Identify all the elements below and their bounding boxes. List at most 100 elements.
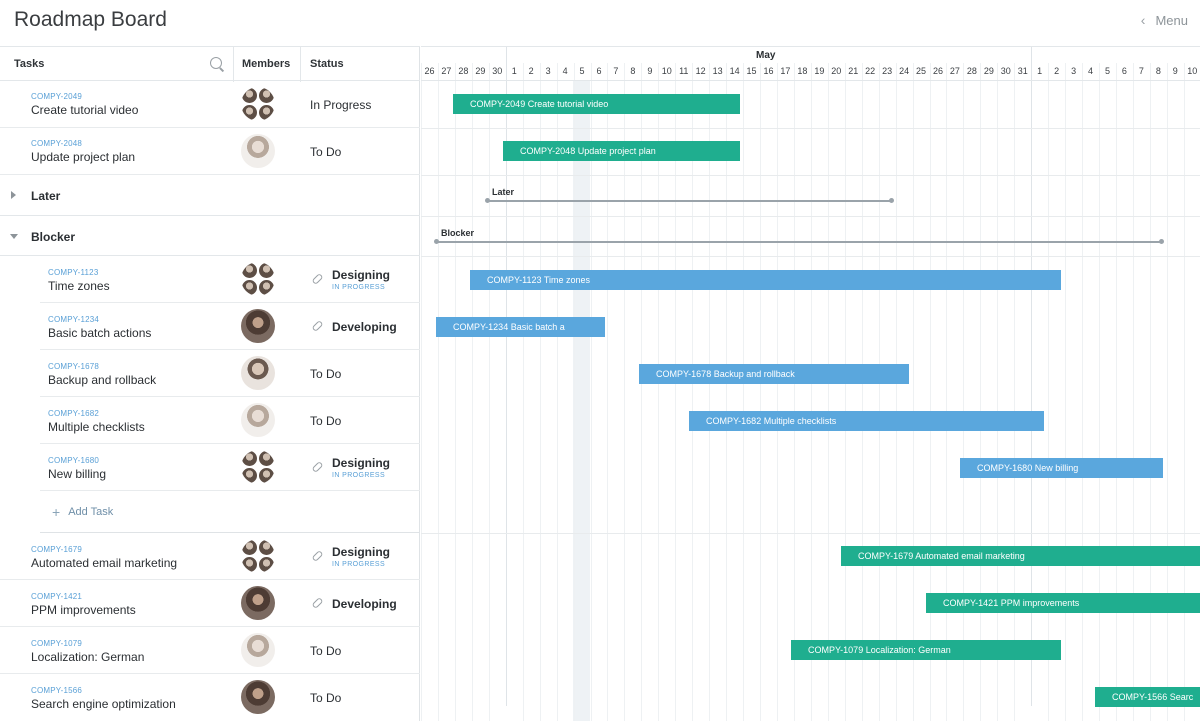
group-bar-label: Later <box>492 187 515 197</box>
task-row[interactable]: COMPY-1123 Time zones Designing IN PROGR… <box>40 256 420 303</box>
task-name[interactable]: Localization: German <box>31 650 144 664</box>
avatar[interactable] <box>241 134 275 168</box>
menu-button[interactable]: ‹ Menu <box>1141 12 1188 28</box>
day-label: 21 <box>848 66 859 76</box>
avatar-group[interactable] <box>241 539 275 573</box>
status-label[interactable]: Developing <box>332 597 397 611</box>
gantt-bar[interactable]: COMPY-1421 PPM improvements <box>926 593 1200 613</box>
group-blocker[interactable]: Blocker <box>0 216 420 256</box>
task-row[interactable]: COMPY-1680 New billing Designing IN PROG… <box>40 444 420 491</box>
avatar[interactable] <box>241 309 275 343</box>
status-label[interactable]: Designing <box>332 268 390 282</box>
grid-line <box>793 63 795 721</box>
task-name[interactable]: Backup and rollback <box>48 373 156 387</box>
avatar-group[interactable] <box>241 262 275 296</box>
grid-line <box>624 63 626 721</box>
grid-line <box>1166 63 1168 721</box>
status-label[interactable]: To Do <box>310 145 341 159</box>
grid-line <box>810 63 812 721</box>
avatar[interactable] <box>241 633 275 667</box>
expand-triangle-icon[interactable] <box>11 191 16 199</box>
task-row[interactable]: COMPY-1679 Automated email marketing Des… <box>0 533 420 580</box>
status-label[interactable]: To Do <box>310 414 341 428</box>
task-name[interactable]: New billing <box>48 467 106 481</box>
gantt-bar[interactable]: COMPY-1680 New billing <box>960 458 1163 478</box>
avatar[interactable] <box>241 403 275 437</box>
task-name[interactable]: Search engine optimization <box>31 697 176 711</box>
status-label[interactable]: In Progress <box>310 98 371 112</box>
status-label[interactable]: To Do <box>310 691 341 705</box>
avatar[interactable] <box>241 356 275 390</box>
day-label: 31 <box>1017 66 1028 76</box>
gantt-bar[interactable]: COMPY-1123 Time zones <box>470 270 1061 290</box>
members-column-header[interactable]: Members <box>242 58 290 70</box>
gantt-bar[interactable]: COMPY-1682 Multiple checklists <box>689 411 1044 431</box>
tasks-column-header[interactable]: Tasks <box>14 58 44 70</box>
day-label: 7 <box>613 66 619 76</box>
avatar[interactable] <box>241 586 275 620</box>
day-label: 12 <box>695 66 706 76</box>
later-group-bar[interactable] <box>485 198 894 203</box>
day-label: 24 <box>899 66 910 76</box>
task-name[interactable]: Create tutorial video <box>31 103 138 117</box>
add-task-button[interactable]: + Add Task <box>52 504 113 520</box>
gantt-bar[interactable]: COMPY-1678 Backup and rollback <box>639 364 909 384</box>
grid-line <box>844 63 846 721</box>
status-label[interactable]: To Do <box>310 367 341 381</box>
task-name[interactable]: PPM improvements <box>31 603 136 617</box>
day-label: 29 <box>475 66 486 76</box>
grid-line <box>1115 63 1117 721</box>
status-label[interactable]: To Do <box>310 644 341 658</box>
task-name[interactable]: Automated email marketing <box>31 556 177 570</box>
avatar[interactable] <box>241 680 275 714</box>
day-label: 6 <box>596 66 602 76</box>
grid-line <box>607 63 609 721</box>
day-label: 6 <box>1121 66 1127 76</box>
grid-line <box>997 63 999 721</box>
today-column <box>573 81 590 721</box>
group-later[interactable]: Later <box>0 175 420 216</box>
status-label[interactable]: Developing <box>332 320 397 334</box>
gantt-bar[interactable]: COMPY-1079 Localization: German <box>791 640 1061 660</box>
chevron-left-icon: ‹ <box>1140 12 1146 28</box>
grid-line <box>437 63 439 721</box>
gantt-bar[interactable]: COMPY-1234 Basic batch a <box>436 317 605 337</box>
day-label: 23 <box>882 66 893 76</box>
blocker-group-bar[interactable] <box>434 239 1164 244</box>
task-name[interactable]: Time zones <box>48 279 110 293</box>
day-label: 1 <box>511 66 517 76</box>
gantt-bar[interactable]: COMPY-2049 Create tutorial video <box>453 94 740 114</box>
task-id: COMPY-1682 <box>48 409 100 418</box>
avatar-group[interactable] <box>241 87 275 121</box>
day-label: 9 <box>647 66 653 76</box>
task-name[interactable]: Update project plan <box>31 150 135 164</box>
status-label[interactable]: Designing <box>332 545 390 559</box>
day-label: 26 <box>424 66 435 76</box>
day-label: 28 <box>458 66 469 76</box>
link-icon <box>311 272 324 286</box>
day-label: 30 <box>1000 66 1011 76</box>
task-row[interactable]: COMPY-1678 Backup and rollback To Do <box>40 350 420 397</box>
avatar-group[interactable] <box>241 450 275 484</box>
task-name[interactable]: Multiple checklists <box>48 420 145 434</box>
task-name[interactable]: Basic batch actions <box>48 326 151 340</box>
task-row[interactable]: COMPY-2048 Update project plan To Do <box>0 128 420 175</box>
gantt-bar[interactable]: COMPY-1566 Searc <box>1095 687 1200 707</box>
gantt-bar[interactable]: COMPY-1679 Automated email marketing <box>841 546 1200 566</box>
collapse-triangle-icon[interactable] <box>10 234 18 239</box>
month-label: May <box>756 50 776 61</box>
gantt-bar[interactable]: COMPY-2048 Update project plan <box>503 141 740 161</box>
status-column-header[interactable]: Status <box>310 58 344 70</box>
search-icon[interactable] <box>210 57 222 69</box>
task-row[interactable]: COMPY-1566 Search engine optimization To… <box>0 674 420 721</box>
grid-line <box>539 63 541 721</box>
task-row[interactable]: COMPY-1421 PPM improvements Developing <box>0 580 420 627</box>
grid-line <box>590 63 592 721</box>
task-row[interactable]: COMPY-2049 Create tutorial video In Prog… <box>0 81 420 128</box>
task-row[interactable]: COMPY-1234 Basic batch actions Developin… <box>40 303 420 350</box>
task-row[interactable]: COMPY-1682 Multiple checklists To Do <box>40 397 420 444</box>
status-label[interactable]: Designing <box>332 456 390 470</box>
group-bar-label: Blocker <box>441 228 475 238</box>
task-row[interactable]: COMPY-1079 Localization: German To Do <box>0 627 420 674</box>
group-name: Later <box>31 189 61 203</box>
